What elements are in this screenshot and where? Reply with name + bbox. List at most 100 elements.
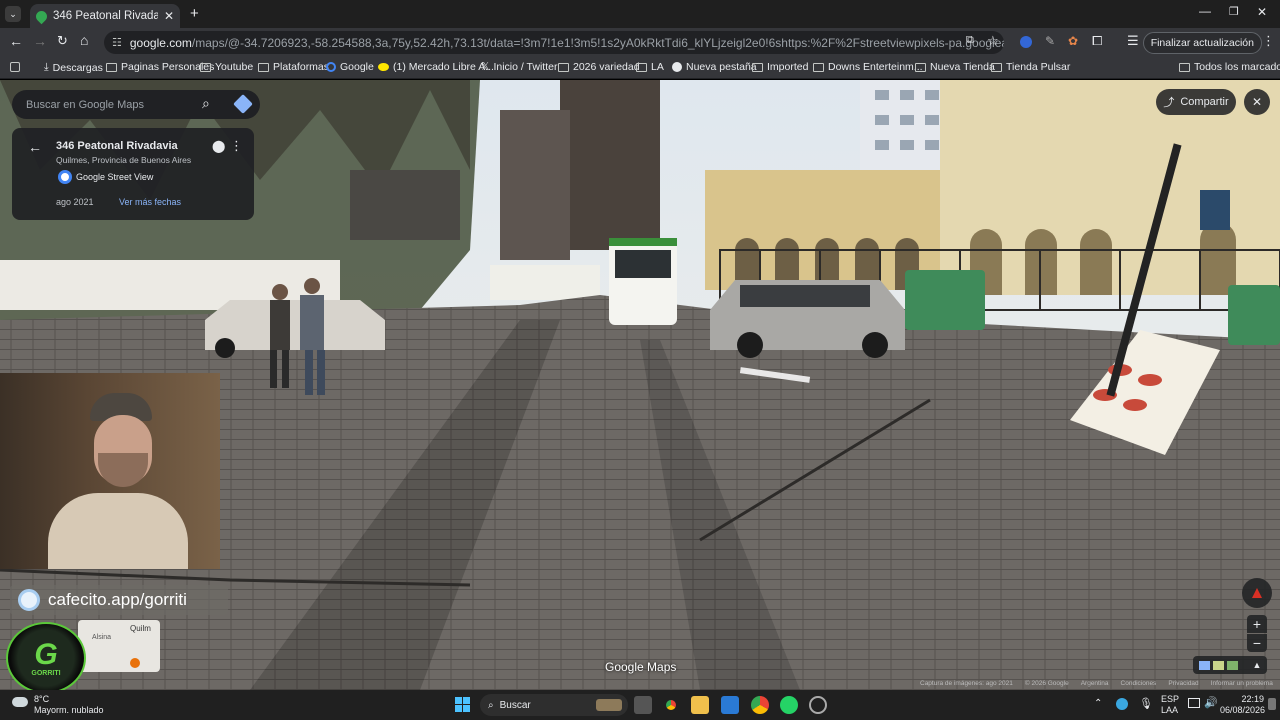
capture-date: ago 2021 [56,197,94,207]
menu-dots-icon[interactable]: ⋮ [1262,33,1275,49]
directions-icon[interactable] [233,94,253,114]
google-icon [326,62,336,72]
window-close-icon[interactable]: ✕ [1257,5,1267,19]
minimap[interactable]: Alsina Quilm [78,620,160,672]
windows-start-icon[interactable] [455,697,470,712]
whatsapp-icon[interactable] [780,696,798,714]
bookmarks-bar: ⤓ Descargas Paginas Personales Youtube Pl… [0,57,1280,79]
folder-icon [1179,62,1190,72]
extension-icon-1[interactable] [1020,36,1032,48]
update-button[interactable]: Finalizar actualización [1142,32,1262,54]
tab-title: 346 Peatonal Rivadavia - Google [53,10,158,22]
tab-active[interactable]: 346 Peatonal Rivadavia - Google ✕ [30,4,180,28]
bookmark-imported[interactable]: Imported [752,61,808,73]
compass-needle [1252,588,1262,598]
extension-icon-2[interactable]: ✎ [1045,34,1055,48]
app-red-icon[interactable] [809,696,827,714]
clock-date: 06/08/2026 [1220,705,1266,715]
legal-privacy[interactable]: Privacidad [1168,680,1198,687]
address-bar[interactable]: ☷ google.com/maps/@-34.7206923,-58.25458… [104,31,1004,54]
close-streetview-button[interactable]: ✕ [1244,89,1270,115]
maps-search-box[interactable]: Buscar en Google Maps ⌕ [12,90,260,119]
google-g-icon [58,170,72,184]
tab-search-icon[interactable]: ⌄ [5,6,21,22]
place-info-card: ← 346 Peatonal Rivadavia Quilmes, Provin… [12,128,254,220]
bookmark-twitter[interactable]: 𝕏 Inicio / Twitter [481,61,557,73]
chrome-active-icon[interactable] [751,696,769,714]
bookmark-2026[interactable]: 2026 variedad [558,61,640,73]
zoom-out-button[interactable]: − [1247,634,1267,652]
volume-icon[interactable]: 🔊 [1204,696,1218,709]
close-tab-icon[interactable]: ✕ [164,9,174,23]
reload-icon[interactable]: ↻ [57,33,68,49]
open-app-icon[interactable]: ⧉ [966,34,974,47]
toolbar: ← → ↻ ⌂ ☷ google.com/maps/@-34.7206923,-… [0,28,1280,57]
location-pin-icon[interactable]: ⬤ [212,139,225,153]
tray-app-icon[interactable] [1116,698,1128,710]
bookmark-mercadolibre[interactable]: (1) Mercado Libre A... [378,61,494,73]
chrome-icon[interactable] [662,696,680,714]
new-tab-icon[interactable]: + [190,5,199,22]
tray-chevron-icon[interactable]: ⌃ [1094,698,1102,709]
bookmark-descargas[interactable]: ⤓ Descargas [44,61,103,74]
bookmark-star-icon[interactable]: ☆ [987,33,999,49]
bookmark-youtube[interactable]: Youtube [200,61,253,73]
minimize-icon[interactable]: — [1199,4,1211,18]
weather-icon[interactable] [12,697,28,707]
maximize-icon[interactable]: ❐ [1229,5,1239,18]
compass-icon[interactable] [1242,578,1272,608]
bookmark-google[interactable]: Google [326,61,374,73]
layers-toggle[interactable]: ▲ [1193,656,1267,674]
expand-icon: ▲ [1252,660,1262,670]
bookmark-nueva-pestana[interactable]: Nueva pestaña [672,61,757,73]
reading-list-icon[interactable]: ☰ [1127,33,1139,49]
bookmark-nueva-tienda[interactable]: Nueva Tienda [915,61,995,73]
mercadolibre-icon [378,63,389,71]
place-title: 346 Peatonal Rivadavia [56,140,178,152]
more-dates-link[interactable]: Ver más fechas [119,197,181,207]
extensions-puzzle-icon[interactable]: ⧠ [1092,33,1102,49]
zoom-in-button[interactable]: + [1247,615,1267,633]
app-blue-icon[interactable] [721,696,739,714]
notification-icon[interactable] [1268,698,1276,710]
legal-report[interactable]: Informar un problema [1211,680,1273,687]
bookmark-downs[interactable]: Downs Enterteinm... [813,61,923,73]
more-options-icon[interactable]: ⋮ [230,138,243,154]
legal-country[interactable]: Argentina [1081,680,1109,687]
forward-icon[interactable]: → [33,33,47,49]
language-code[interactable]: ESP [1161,694,1179,704]
apps-icon[interactable] [10,62,20,72]
folder-icon [106,62,117,72]
bookmark-la[interactable]: LA [636,61,664,73]
home-icon[interactable]: ⌂ [80,32,88,48]
folder-icon [752,62,763,72]
donation-text: cafecito.app/gorriti [48,590,187,609]
url-domain: google.com [129,35,192,50]
all-bookmarks[interactable]: Todos los marcadores [1179,61,1280,73]
search-icon[interactable]: ⌕ [202,95,210,112]
folder-icon [636,62,647,72]
bookmark-plataformas[interactable]: Plataformas [258,61,329,73]
share-button[interactable]: ⤴ Compartir [1156,89,1236,115]
site-info-icon[interactable]: ☷ [112,36,122,49]
legal-terms[interactable]: Condiciones [1121,680,1157,687]
back-arrow-icon[interactable]: ← [28,139,42,155]
network-icon[interactable] [1188,698,1200,708]
tab-bar: ⌄ 346 Peatonal Rivadavia - Google ✕ + — … [0,0,1280,28]
extension-icon-3[interactable]: ✿ [1068,34,1078,48]
layer-thumb-icon [1212,660,1224,670]
taskbar-search[interactable]: ⌕ Buscar [480,694,628,716]
clock-time[interactable]: 22:19 [1228,694,1264,704]
back-icon[interactable]: ← [9,33,23,49]
download-icon: ⤓ [44,61,49,73]
microphone-icon[interactable]: 🎙 [1139,697,1153,710]
bookmark-tienda-pulsar[interactable]: Tienda Pulsar [991,61,1070,73]
folder-icon [558,62,569,72]
bookmark-paginas[interactable]: Paginas Personales [106,61,214,73]
search-icon: ⌕ [488,699,494,711]
file-explorer-icon[interactable] [691,696,709,714]
folder-icon [258,62,269,72]
globe-icon [672,62,682,72]
task-view-icon[interactable] [634,696,652,714]
channel-logo: G GORRITI [6,622,86,694]
